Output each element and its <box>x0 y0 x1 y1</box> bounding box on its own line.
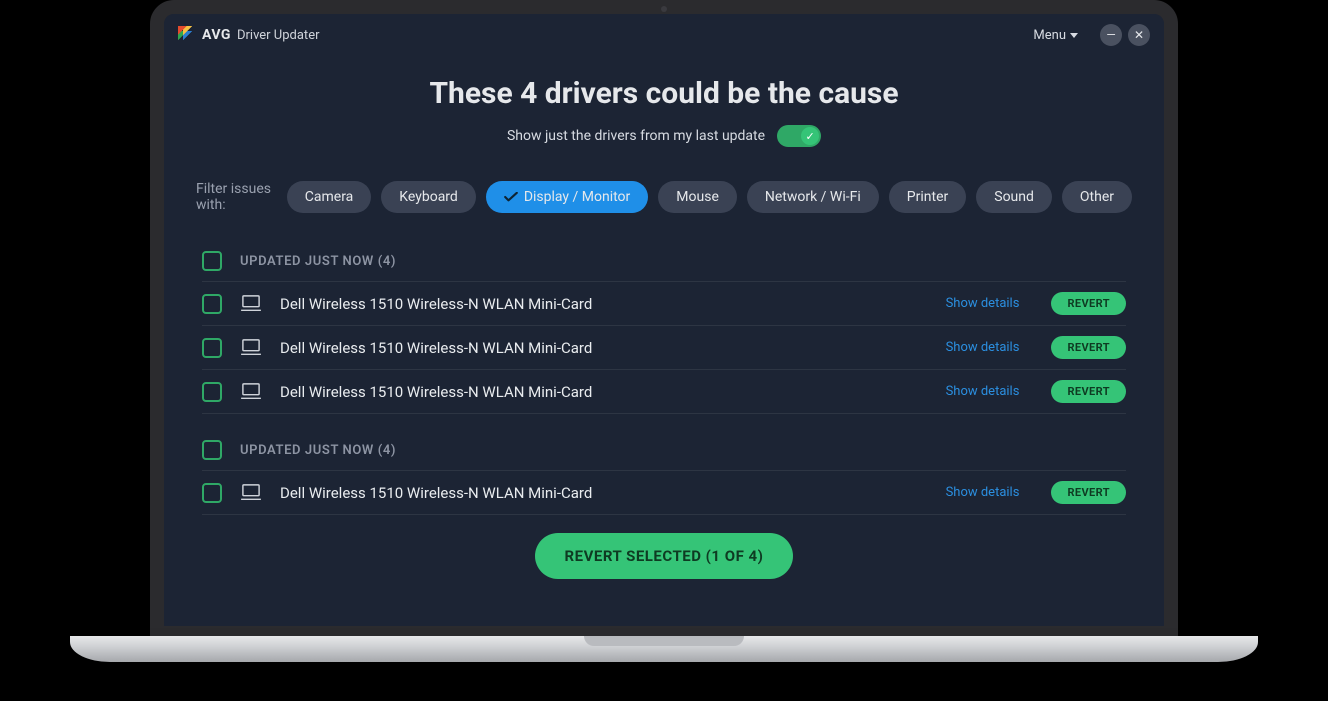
avg-logo-icon <box>178 26 196 44</box>
screen-bezel: AVG Driver Updater Menu — ✕ These 4 driv… <box>150 0 1178 640</box>
laptop-icon <box>240 484 262 502</box>
driver-row: Dell Wireless 1510 Wireless-N WLAN Mini-… <box>202 326 1126 370</box>
row-checkbox[interactable] <box>202 338 222 358</box>
revert-selected-button[interactable]: REVERT SELECTED (1 OF 4) <box>535 533 794 579</box>
revert-button[interactable]: REVERT <box>1051 336 1126 359</box>
driver-name: Dell Wireless 1510 Wireless-N WLAN Mini-… <box>280 339 928 357</box>
filter-pill-keyboard[interactable]: Keyboard <box>381 181 476 213</box>
menu-label: Menu <box>1033 28 1066 43</box>
toggle-knob-check-icon: ✓ <box>801 127 819 145</box>
revert-button[interactable]: REVERT <box>1051 380 1126 403</box>
laptop-base <box>70 636 1258 662</box>
filter-pill-other[interactable]: Other <box>1062 181 1132 213</box>
revert-button[interactable]: REVERT <box>1051 292 1126 315</box>
show-details-link[interactable]: Show details <box>946 296 1020 311</box>
page-title: These 4 drivers could be the cause <box>196 76 1132 111</box>
group-title: UPDATED JUST NOW (4) <box>240 254 396 269</box>
row-checkbox[interactable] <box>202 483 222 503</box>
titlebar: AVG Driver Updater Menu — ✕ <box>164 14 1164 56</box>
row-checkbox[interactable] <box>202 294 222 314</box>
filter-label: Filter issues with: <box>196 181 273 213</box>
toggle-label: Show just the drivers from my last updat… <box>507 128 765 144</box>
laptop-icon <box>240 339 262 357</box>
close-button[interactable]: ✕ <box>1128 24 1150 46</box>
group-checkbox[interactable] <box>202 440 222 460</box>
chevron-down-icon <box>1070 33 1078 38</box>
driver-name: Dell Wireless 1510 Wireless-N WLAN Mini-… <box>280 295 928 313</box>
laptop-notch <box>584 636 744 646</box>
show-details-link[interactable]: Show details <box>946 384 1020 399</box>
show-details-link[interactable]: Show details <box>946 340 1020 355</box>
minimize-button[interactable]: — <box>1100 24 1122 46</box>
content-area: These 4 drivers could be the cause Show … <box>164 56 1164 589</box>
brand-text: AVG <box>202 27 231 43</box>
product-text: Driver Updater <box>237 28 320 43</box>
row-checkbox[interactable] <box>202 382 222 402</box>
revert-button[interactable]: REVERT <box>1051 481 1126 504</box>
driver-name: Dell Wireless 1510 Wireless-N WLAN Mini-… <box>280 484 928 502</box>
show-details-link[interactable]: Show details <box>946 485 1020 500</box>
driver-row: Dell Wireless 1510 Wireless-N WLAN Mini-… <box>202 282 1126 326</box>
laptop-icon <box>240 383 262 401</box>
filter-pill-sound[interactable]: Sound <box>976 181 1052 213</box>
group-title: UPDATED JUST NOW (4) <box>240 443 396 458</box>
group-checkbox[interactable] <box>202 251 222 271</box>
filter-pill-network[interactable]: Network / Wi-Fi <box>747 181 879 213</box>
driver-row: Dell Wireless 1510 Wireless-N WLAN Mini-… <box>202 471 1126 515</box>
group-header: UPDATED JUST NOW (4) <box>202 432 1126 471</box>
app-screen: AVG Driver Updater Menu — ✕ These 4 driv… <box>164 14 1164 626</box>
driver-row: Dell Wireless 1510 Wireless-N WLAN Mini-… <box>202 370 1126 414</box>
laptop-frame: AVG Driver Updater Menu — ✕ These 4 driv… <box>150 0 1178 660</box>
check-icon <box>504 192 518 202</box>
driver-name: Dell Wireless 1510 Wireless-N WLAN Mini-… <box>280 383 928 401</box>
camera-dot <box>661 6 667 12</box>
filter-bar: Filter issues with: Camera Keyboard Disp… <box>196 181 1132 213</box>
driver-list: UPDATED JUST NOW (4) Dell Wireless 1510 … <box>196 243 1132 515</box>
filter-pill-display[interactable]: Display / Monitor <box>486 181 648 213</box>
filter-pill-camera[interactable]: Camera <box>287 181 372 213</box>
toggle-row: Show just the drivers from my last updat… <box>196 125 1132 147</box>
group-header: UPDATED JUST NOW (4) <box>202 243 1126 282</box>
footer: REVERT SELECTED (1 OF 4) <box>196 515 1132 589</box>
last-update-toggle[interactable]: ✓ <box>777 125 821 147</box>
filter-pill-mouse[interactable]: Mouse <box>658 181 737 213</box>
menu-dropdown[interactable]: Menu <box>1033 28 1078 43</box>
laptop-icon <box>240 295 262 313</box>
filter-pill-printer[interactable]: Printer <box>889 181 966 213</box>
